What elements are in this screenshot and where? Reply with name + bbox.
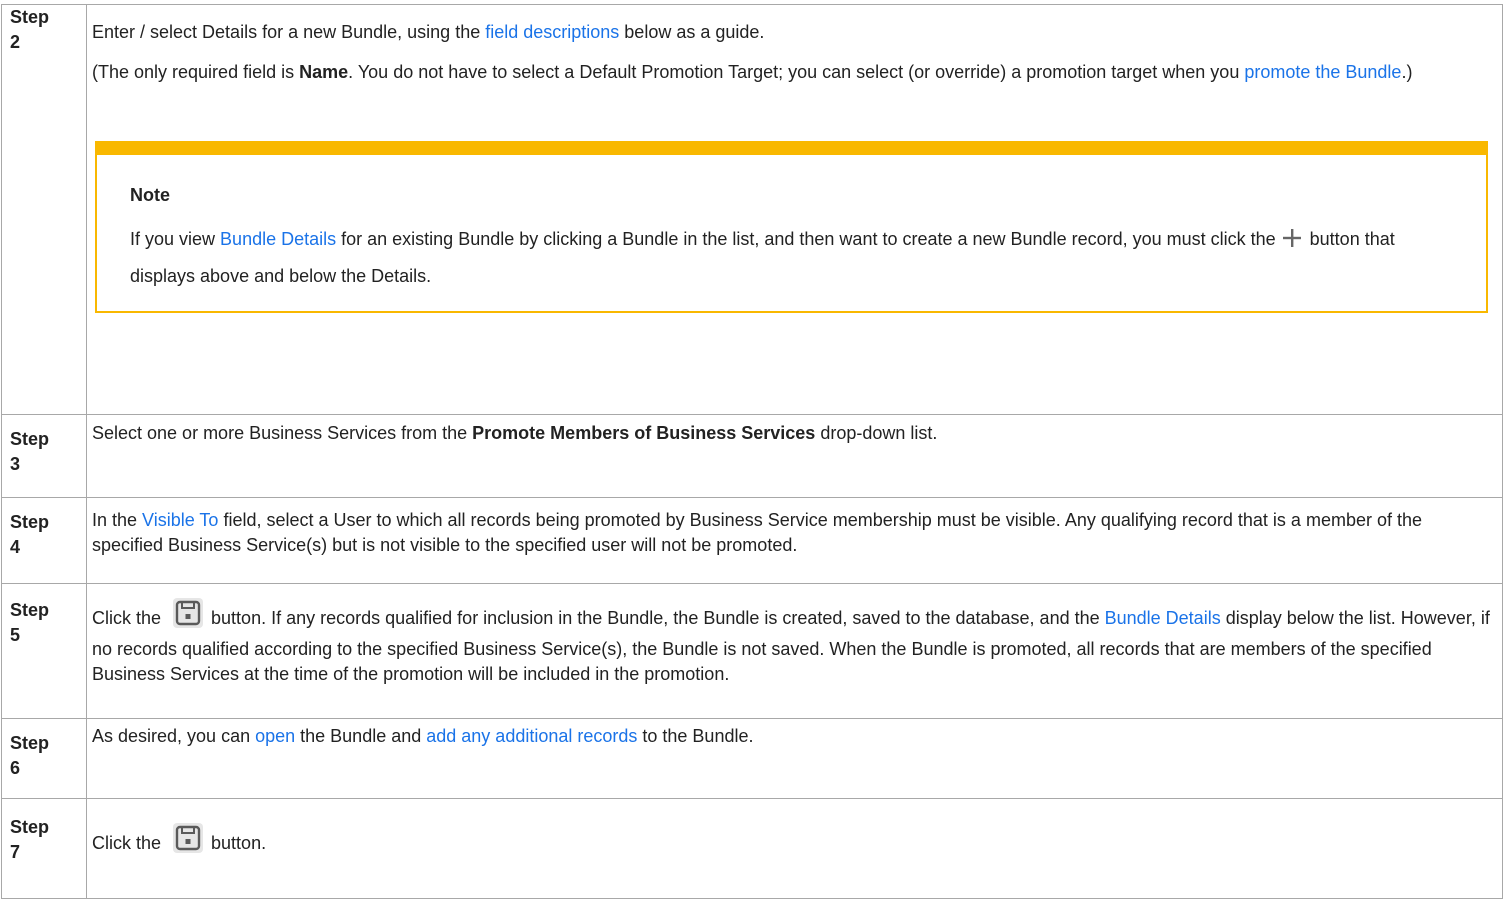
open-link[interactable]: open xyxy=(255,726,295,746)
step-paragraph: (The only required field is Name. You do… xyxy=(92,60,1498,85)
text-segment: field, select a User to which all record… xyxy=(92,510,1422,555)
step-body-cell: Click the button. xyxy=(86,798,1503,899)
step-label: Step 4 xyxy=(10,512,50,557)
step-label-cell: Step 5 xyxy=(1,583,87,719)
step-paragraph: Enter / select Details for a new Bundle,… xyxy=(92,20,1498,45)
step-label: Step 3 xyxy=(10,429,50,474)
step-body-cell: Enter / select Details for a new Bundle,… xyxy=(86,4,1503,415)
step-label-cell: Step 4 xyxy=(1,497,87,584)
save-icon xyxy=(171,821,205,862)
text-segment: button. xyxy=(211,833,267,853)
plus-icon xyxy=(1282,225,1302,259)
note-text: If you view Bundle Details for an existi… xyxy=(130,222,1456,293)
step-paragraph: In the Visible To field, select a User t… xyxy=(92,508,1498,558)
bundle-details-link[interactable]: Bundle Details xyxy=(220,229,336,249)
add-records-link[interactable]: add any additional records xyxy=(426,726,637,746)
bold-field-name: Promote Members of Business Services xyxy=(472,423,816,443)
text-segment: Enter / select Details for a new Bundle,… xyxy=(92,22,486,42)
promote-bundle-link[interactable]: promote the Bundle xyxy=(1244,62,1401,82)
step-label: Step 2 xyxy=(10,7,50,52)
text-segment: Select one or more Business Services fro… xyxy=(92,423,473,443)
step-paragraph: Click the button. xyxy=(92,821,1498,862)
step-label: Step 7 xyxy=(10,817,50,862)
step-row-7: Step 7 Click the button. xyxy=(1,798,1503,899)
step-label: Step 5 xyxy=(10,600,50,645)
text-segment: the Bundle and xyxy=(295,726,427,746)
text-segment: Click the xyxy=(92,608,162,628)
text-segment: button. If any records qualified for inc… xyxy=(211,608,1105,628)
text-segment: .) xyxy=(1401,62,1413,82)
step-row-2: Step 2 Enter / select Details for a new … xyxy=(1,4,1503,415)
visible-to-link[interactable]: Visible To xyxy=(142,510,218,530)
text-segment: . You do not have to select a Default Pr… xyxy=(348,62,1245,82)
steps-table: Step 2 Enter / select Details for a new … xyxy=(1,4,1503,899)
text-segment: Click the xyxy=(92,833,162,853)
text-segment: As desired, you can xyxy=(92,726,256,746)
step-body-cell: Select one or more Business Services fro… xyxy=(86,414,1503,498)
text-segment: In the xyxy=(92,510,143,530)
field-descriptions-link[interactable]: field descriptions xyxy=(485,22,619,42)
step-row-6: Step 6 As desired, you can open the Bund… xyxy=(1,718,1503,799)
text-segment: If you view xyxy=(130,229,221,249)
step-body-cell: In the Visible To field, select a User t… xyxy=(86,497,1503,584)
step-paragraph: As desired, you can open the Bundle and … xyxy=(92,724,1498,749)
step-row-5: Step 5 Click the button. If any records q… xyxy=(1,583,1503,719)
step-label-cell: Step 7 xyxy=(1,798,87,899)
note-title: Note xyxy=(130,185,170,205)
step-paragraph: Click the button. If any records qualifie… xyxy=(92,596,1498,687)
text-segment: (The only required field is xyxy=(92,62,300,82)
step-label-cell: Step 2 xyxy=(1,4,87,415)
step-body-cell: Click the button. If any records qualifie… xyxy=(86,583,1503,719)
step-label: Step 6 xyxy=(10,733,50,778)
text-segment: below as a guide. xyxy=(619,22,765,42)
bold-field-name: Name xyxy=(299,62,349,82)
note-box: Note If you view Bundle Details for an e… xyxy=(95,141,1488,313)
step-label-cell: Step 6 xyxy=(1,718,87,799)
step-body-cell: As desired, you can open the Bundle and … xyxy=(86,718,1503,799)
step-paragraph: Select one or more Business Services fro… xyxy=(92,421,1498,446)
bundle-details-link[interactable]: Bundle Details xyxy=(1105,608,1221,628)
save-icon xyxy=(171,596,205,637)
step-row-3: Step 3 Select one or more Business Servi… xyxy=(1,414,1503,498)
step-label-cell: Step 3 xyxy=(1,414,87,498)
text-segment: for an existing Bundle by clicking a Bun… xyxy=(336,229,1276,249)
step-row-4: Step 4 In the Visible To field, select a… xyxy=(1,497,1503,584)
text-segment: drop-down list. xyxy=(815,423,938,443)
text-segment: to the Bundle. xyxy=(637,726,754,746)
